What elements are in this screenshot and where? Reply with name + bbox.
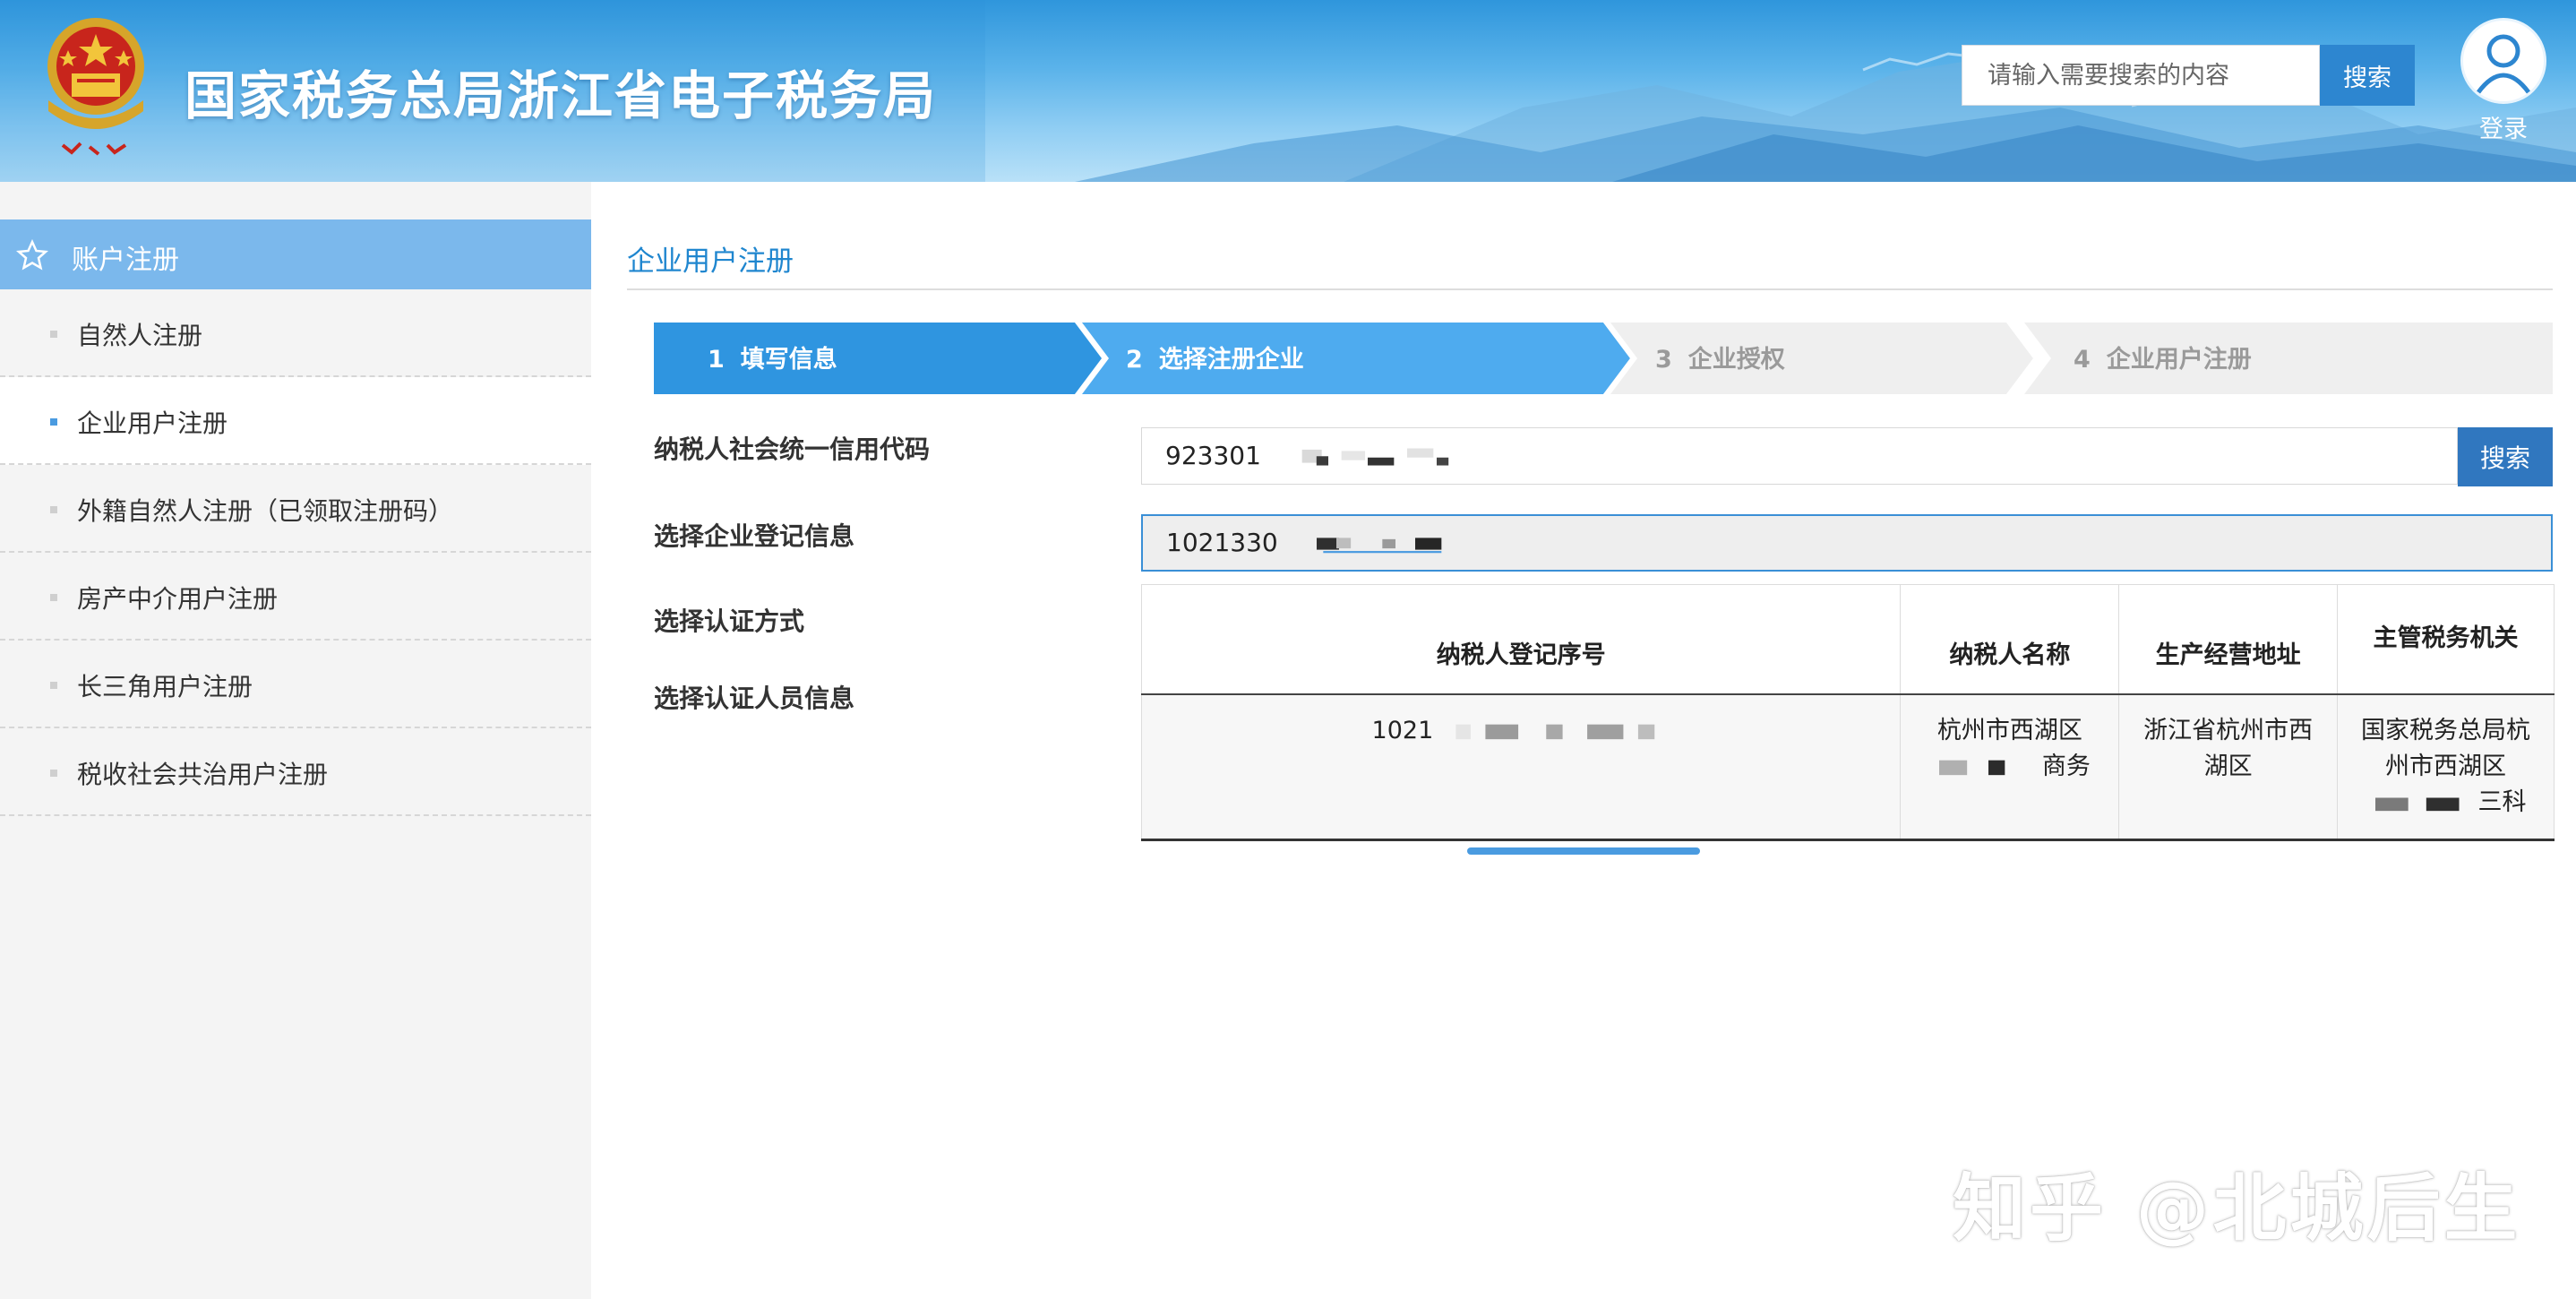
credit-code-label: 纳税人社会统一信用代码 xyxy=(654,434,931,464)
authority-line-2: 州市西湖区 xyxy=(2385,752,2507,780)
sidebar: 账户注册 自然人注册 企业用户注册 外籍自然人注册（已领取注册码） 房产中介用户… xyxy=(0,182,591,1299)
cell-name: 杭州市西湖区 商务 xyxy=(1900,693,2119,839)
authority-line-3-text: 三科 xyxy=(2477,787,2527,816)
step-4-bg xyxy=(2024,323,2553,394)
progress-steps: 1 填写信息 2 选择注册企业 3 企业授权 4 企业用户注册 xyxy=(654,323,2553,394)
bullet-icon xyxy=(50,682,57,689)
enterprise-table: 纳税人登记序号 纳税人名称 生产经营地址 主管税务机关 1021 杭州市西湖区 xyxy=(1140,584,2555,841)
reg-info-select[interactable]: 1021330 xyxy=(1141,514,2553,572)
watermark: 知乎 @北城后生 xyxy=(1953,1166,2521,1252)
auth-person-label: 选择认证人员信息 xyxy=(654,684,855,713)
bullet-icon xyxy=(50,331,57,338)
sidebar-item-label: 外籍自然人注册（已领取注册码） xyxy=(77,496,454,526)
sidebar-item-yangtze-delta[interactable]: 长三角用户注册 xyxy=(0,641,591,728)
step-1-label: 填写信息 xyxy=(741,345,837,374)
step-2-number: 2 xyxy=(1126,346,1143,374)
col-header-reg-no: 纳税人登记序号 xyxy=(1140,584,1901,694)
reg-no-value: 1021 xyxy=(1371,716,1434,744)
redacted-mosaic xyxy=(1301,448,1448,466)
redacted-mosaic xyxy=(1455,724,1655,740)
step-4-label: 企业用户注册 xyxy=(2107,345,2252,374)
table-horizontal-scrollbar[interactable] xyxy=(1467,847,1700,855)
header-search-button[interactable]: 搜索 xyxy=(2320,45,2415,106)
redacted-mosaic xyxy=(1938,760,2005,776)
title-divider xyxy=(627,288,2553,290)
reg-info-label: 选择企业登记信息 xyxy=(654,521,855,551)
redacted-mosaic xyxy=(1316,538,1441,554)
step-3-number: 3 xyxy=(1655,346,1672,374)
header-search-input[interactable] xyxy=(1962,45,2320,106)
col-header-name: 纳税人名称 xyxy=(1900,584,2119,694)
sidebar-item-enterprise-user[interactable]: 企业用户注册 xyxy=(0,377,591,465)
address-line-1: 浙江省杭州市西 xyxy=(2143,716,2314,744)
cell-reg-no: 1021 xyxy=(1140,693,1901,839)
login-button[interactable]: 登录 xyxy=(2454,18,2553,144)
sidebar-item-label: 长三角用户注册 xyxy=(77,672,253,701)
sidebar-item-real-estate-agency[interactable]: 房产中介用户注册 xyxy=(0,553,591,641)
credit-code-value: 923301 xyxy=(1165,441,1261,470)
sidebar-item-label: 企业用户注册 xyxy=(77,409,228,438)
step-4-number: 4 xyxy=(2074,346,2091,374)
bullet-icon xyxy=(50,770,57,777)
sidebar-item-label: 房产中介用户注册 xyxy=(77,584,279,614)
step-2-label: 选择注册企业 xyxy=(1159,345,1304,374)
bullet-icon xyxy=(50,418,57,426)
authority-line-1: 国家税务总局杭 xyxy=(2361,716,2531,744)
sidebar-item-social-governance[interactable]: 税收社会共治用户注册 xyxy=(0,728,591,816)
authority-line-3: 三科 xyxy=(2350,785,2541,821)
sidebar-item-label: 税收社会共治用户注册 xyxy=(77,760,329,789)
table-header-row: 纳税人登记序号 纳税人名称 生产经营地址 主管税务机关 xyxy=(1140,584,2555,694)
sidebar-item-natural-person[interactable]: 自然人注册 xyxy=(0,289,591,377)
table-row[interactable]: 1021 杭州市西湖区 商务 浙江省杭州市西 湖区 国家税务总局杭 州市西湖区 … xyxy=(1140,693,2555,839)
credit-code-input[interactable]: 923301 xyxy=(1141,427,2458,485)
address-line-2: 湖区 xyxy=(2203,752,2253,780)
sidebar-heading-label: 账户注册 xyxy=(72,245,179,276)
sidebar-item-label: 自然人注册 xyxy=(77,321,203,350)
reg-info-value: 1021330 xyxy=(1166,528,1278,557)
site-header: 国家税务总局浙江省电子税务局 搜索 登录 xyxy=(0,0,2576,182)
national-emblem-icon xyxy=(47,18,144,156)
name-line-2: 商务 xyxy=(1913,749,2106,785)
star-icon xyxy=(16,239,48,271)
step-1-number: 1 xyxy=(708,346,725,374)
redacted-mosaic xyxy=(2374,797,2460,812)
cell-authority: 国家税务总局杭 州市西湖区 三科 xyxy=(2337,693,2555,839)
cell-address: 浙江省杭州市西 湖区 xyxy=(2118,693,2338,839)
auth-method-label: 选择认证方式 xyxy=(654,606,805,636)
sidebar-item-foreign-person[interactable]: 外籍自然人注册（已领取注册码） xyxy=(0,465,591,553)
bullet-icon xyxy=(50,594,57,601)
sidebar-heading: 账户注册 xyxy=(0,219,591,289)
credit-code-search-button[interactable]: 搜索 xyxy=(2458,427,2553,486)
site-title: 国家税务总局浙江省电子税务局 xyxy=(185,65,938,126)
page-title: 企业用户注册 xyxy=(627,245,794,278)
name-line-2-text: 商务 xyxy=(2041,752,2091,780)
bullet-icon xyxy=(50,506,57,513)
step-3-label: 企业授权 xyxy=(1688,345,1785,374)
col-header-authority: 主管税务机关 xyxy=(2337,584,2555,694)
user-avatar-icon xyxy=(2460,18,2546,104)
login-label: 登录 xyxy=(2479,116,2528,143)
col-header-address: 生产经营地址 xyxy=(2118,584,2338,694)
name-line-1: 杭州市西湖区 xyxy=(1936,716,2082,744)
